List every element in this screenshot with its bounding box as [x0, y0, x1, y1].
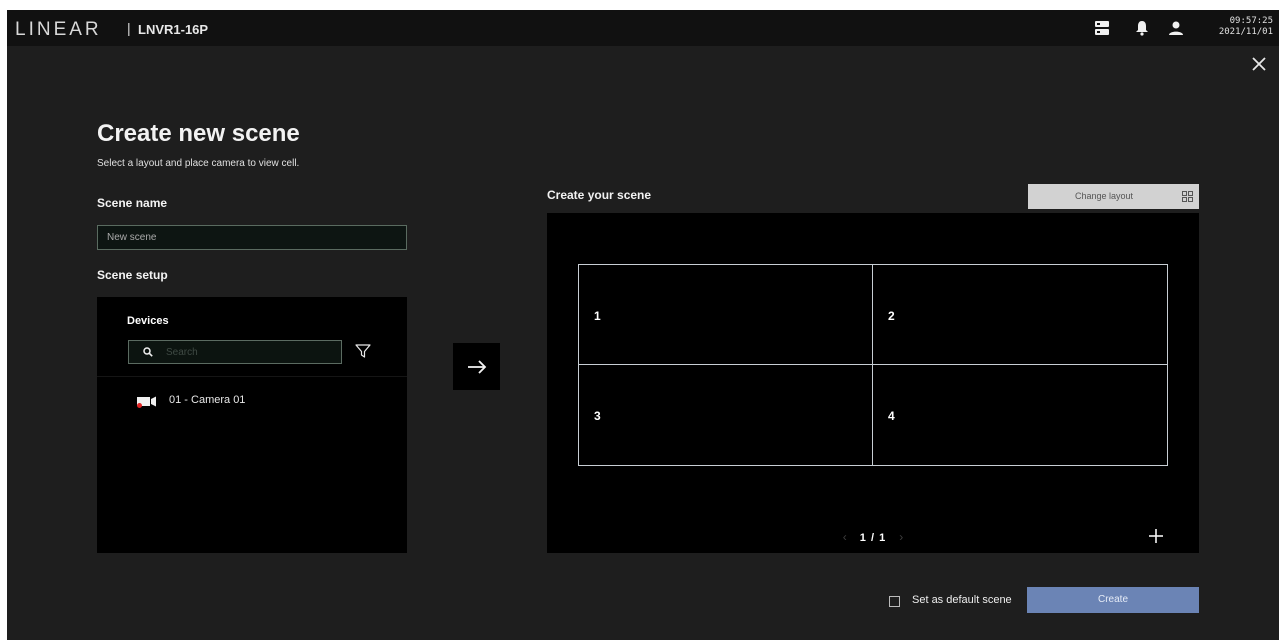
change-layout-button[interactable]: Change layout: [1028, 184, 1199, 209]
close-icon[interactable]: [1249, 54, 1269, 74]
page-title: Create new scene: [97, 120, 300, 147]
device-search-input[interactable]: Search: [128, 340, 342, 364]
scene-name-label: Scene name: [97, 196, 168, 210]
divider: [97, 376, 407, 377]
create-button[interactable]: Create: [1027, 587, 1199, 613]
device-list-item[interactable]: 01 - Camera 01: [137, 393, 337, 409]
default-scene-checkbox[interactable]: [889, 596, 900, 607]
brand-logo: LINEAR: [15, 19, 102, 40]
cell-number: 2: [888, 309, 895, 323]
clock-date: 2021/11/01: [1218, 27, 1273, 37]
scene-cell-2[interactable]: 2: [872, 264, 1168, 366]
devices-panel: Devices Search 01 - Camera 01: [97, 297, 407, 553]
layout-grid: 1 2 3 4: [578, 264, 1168, 466]
create-scene-label: Create your scene: [547, 188, 652, 202]
devices-title: Devices: [127, 315, 169, 327]
device-model: LNVR1-16P: [138, 22, 209, 37]
device-label: 01 - Camera 01: [169, 394, 246, 406]
page-subtitle: Select a layout and place camera to view…: [97, 158, 300, 169]
grid-layout-icon: [1182, 191, 1193, 202]
server-icon[interactable]: [1093, 19, 1111, 37]
cell-number: 3: [594, 409, 601, 423]
scene-cell-3[interactable]: 3: [578, 364, 874, 466]
add-to-scene-button[interactable]: [453, 343, 500, 390]
app-window: LINEAR | LNVR1-16P 09:57:25 2021/11/01 C…: [7, 10, 1279, 640]
change-layout-label: Change layout: [1075, 191, 1134, 201]
clock: 09:57:25 2021/11/01: [1219, 16, 1273, 38]
add-page-icon[interactable]: [1148, 528, 1164, 544]
page-indicator: 1 / 1: [859, 532, 887, 544]
camera-icon: [137, 396, 156, 408]
scene-panel: 1 2 3 4 ‹ 1 / 1 ›: [547, 213, 1199, 553]
prev-page-button[interactable]: ‹: [843, 530, 847, 544]
status-dot: [137, 403, 142, 408]
user-icon[interactable]: [1167, 19, 1185, 37]
header-separator: |: [127, 20, 131, 36]
arrow-right-icon: [468, 360, 487, 374]
default-scene-label: Set as default scene: [912, 594, 1012, 606]
filter-icon[interactable]: [354, 342, 372, 360]
next-page-button[interactable]: ›: [899, 530, 903, 544]
search-icon: [143, 347, 153, 357]
scene-setup-label: Scene setup: [97, 268, 168, 282]
scene-cell-1[interactable]: 1: [578, 264, 874, 366]
top-bar: LINEAR | LNVR1-16P 09:57:25 2021/11/01: [7, 10, 1279, 46]
cell-number: 1: [594, 309, 601, 323]
cell-number: 4: [888, 409, 895, 423]
scene-cell-4[interactable]: 4: [872, 364, 1168, 466]
bell-icon[interactable]: [1133, 19, 1151, 37]
scene-name-input[interactable]: [97, 225, 407, 250]
search-placeholder: Search: [166, 347, 198, 358]
pagination: ‹ 1 / 1 ›: [547, 530, 1199, 544]
clock-time: 09:57:25: [1229, 16, 1273, 26]
